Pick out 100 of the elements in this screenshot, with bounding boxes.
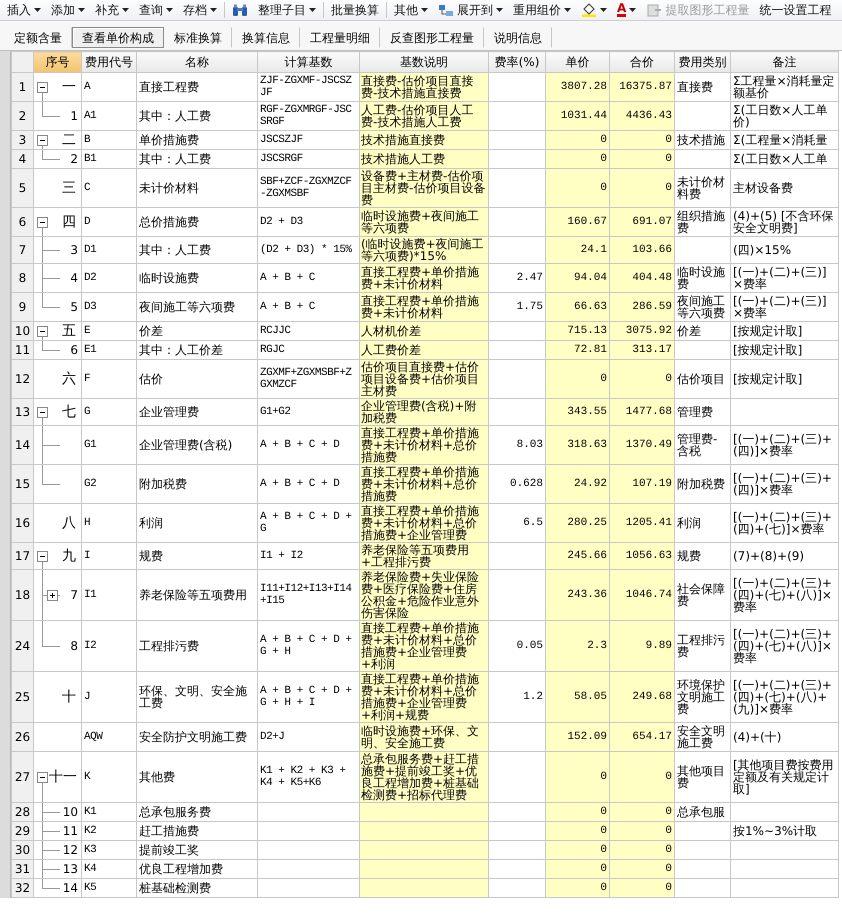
table-cell: 0 <box>610 860 674 878</box>
collapse-toggle[interactable] <box>37 407 48 418</box>
table-cell: H <box>82 504 136 542</box>
table-cell: (7)+(8)+(9) <box>730 542 838 570</box>
toolbar-menu[interactable]: 批量换算 <box>328 2 382 18</box>
toolbar-menu[interactable]: 存档 <box>180 2 220 18</box>
table-cell <box>674 102 730 130</box>
sequence-number: 一 <box>61 81 77 93</box>
table-cell: [(一)+(二)+(三)+(四)+(七)]×费率 <box>730 504 838 542</box>
sequence-number: 3 <box>69 244 79 256</box>
row-number: 15 <box>12 464 34 504</box>
table-cell: [(一)+(二)+(三)]×费率 <box>730 264 838 292</box>
table-cell: A + B + C <box>258 264 360 292</box>
table-cell: 直接工程费+单价措施费+未计价材料 <box>360 264 488 292</box>
table-cell: 0 <box>610 168 674 208</box>
table-cell: 直接工程费+单价措施费+未计价材料+总价措施费 <box>360 464 488 504</box>
collapse-toggle[interactable] <box>37 772 48 783</box>
row-number: 25 <box>12 672 34 722</box>
sequence-number: 4 <box>69 272 79 284</box>
collapse-toggle[interactable] <box>37 551 48 562</box>
table-cell: 直接费-估价项目直接费-技术措施直接费 <box>360 72 488 102</box>
table-cell: 1056.63 <box>610 542 674 570</box>
table-cell: 安全防护文明施工费 <box>136 722 258 752</box>
table-cell: 1031.44 <box>546 102 610 130</box>
tab[interactable]: 说明信息 <box>484 27 552 48</box>
table-cell: G <box>82 398 136 426</box>
table-cell: 0 <box>610 822 674 840</box>
collapse-toggle[interactable] <box>37 82 48 93</box>
table-cell: 其中：人工费 <box>136 236 258 264</box>
column-header[interactable]: 序号 <box>34 52 82 72</box>
table-cell: 0 <box>610 130 674 150</box>
toolbar-menu[interactable]: 添加 <box>48 2 88 18</box>
table-cell: 临时设施费+环保、文明、安全施工费 <box>360 722 488 752</box>
table-cell: B <box>82 130 136 150</box>
table-cell: D <box>82 208 136 236</box>
table-cell: 直接工程费+单价措施费+未计价材料+总价措施费 <box>360 426 488 464</box>
toolbar-menu[interactable]: 其他 <box>391 2 431 18</box>
tab[interactable]: 工程量明细 <box>300 27 380 48</box>
table-cell: 318.63 <box>546 426 610 464</box>
sequence-number: 14 <box>62 882 79 894</box>
table-cell: 0 <box>546 878 610 898</box>
table-cell: 总承包服 <box>674 802 730 822</box>
column-header[interactable]: 费用代号 <box>82 52 136 72</box>
row-number: 1 <box>12 72 34 102</box>
toolbar-menu[interactable]: 查询 <box>136 2 176 18</box>
toolbar-menu[interactable]: 重用组价 <box>510 2 574 18</box>
table-cell: 利润 <box>136 504 258 542</box>
table-cell: K3 <box>82 840 136 860</box>
collapse-toggle[interactable] <box>37 135 48 146</box>
table-cell: ZJF-ZGXMF-JSCSZJF <box>258 72 360 102</box>
table-cell: K5 <box>82 878 136 898</box>
table-cell <box>674 840 730 860</box>
row-number: 29 <box>12 822 34 840</box>
toolbar-menu[interactable]: 整理子目 <box>255 2 319 18</box>
table-cell: D2 <box>82 264 136 292</box>
table-cell: [(一)+(二)+(三)+(四)]×费率 <box>730 464 838 504</box>
row-number: 30 <box>12 840 34 860</box>
table-cell: A + B + C <box>258 292 360 322</box>
row-number: 26 <box>12 722 34 752</box>
table-cell: 66.63 <box>546 292 610 322</box>
tab[interactable]: 查看单价构成 <box>72 27 164 48</box>
column-header[interactable]: 费率(%) <box>488 52 546 72</box>
column-header[interactable]: 费用类别 <box>674 52 730 72</box>
column-header[interactable]: 基数说明 <box>360 52 488 72</box>
table-cell: E1 <box>82 340 136 360</box>
table-cell: 0 <box>546 840 610 860</box>
table-cell: K <box>82 752 136 802</box>
column-header[interactable]: 合价 <box>610 52 674 72</box>
table-cell: 单价措施费 <box>136 130 258 150</box>
table-cell: 3807.28 <box>546 72 610 102</box>
toolbar-button[interactable]: 展开到 <box>435 2 506 18</box>
table-cell <box>674 236 730 264</box>
row-number: 8 <box>12 264 34 292</box>
table-cell: 未计价材料 <box>136 168 258 208</box>
tab[interactable]: 反查图形工程量 <box>380 27 484 48</box>
collapse-toggle[interactable] <box>37 217 48 228</box>
expand-toggle[interactable] <box>47 590 58 601</box>
toolbar-button[interactable]: A <box>614 3 640 17</box>
column-header[interactable]: 名称 <box>136 52 258 72</box>
table-cell: 赶工措施费 <box>136 822 258 840</box>
table-cell: 直接工程费 <box>136 72 258 102</box>
column-header[interactable]: 单价 <box>546 52 610 72</box>
collapse-toggle[interactable] <box>37 326 48 337</box>
table-cell: A <box>82 72 136 102</box>
table-cell: 0 <box>610 878 674 898</box>
toolbar-menu[interactable]: 补充 <box>92 2 132 18</box>
column-header[interactable]: 备注 <box>730 52 838 72</box>
table-cell: 404.48 <box>610 264 674 292</box>
toolbar-menu[interactable]: 统一设置工程 <box>756 2 834 18</box>
table-cell: G1 <box>82 426 136 464</box>
column-header[interactable]: 计算基数 <box>258 52 360 72</box>
table-cell: 管理费-含税 <box>674 426 730 464</box>
toolbar-menu[interactable]: 插入 <box>4 2 44 18</box>
sequence-number: 2 <box>69 153 79 165</box>
table-cell: 3075.92 <box>610 322 674 340</box>
tab[interactable]: 标准换算 <box>164 27 232 48</box>
table-cell: 主材设备费 <box>730 168 838 208</box>
table-cell: JSCSRGF <box>258 150 360 168</box>
tab[interactable]: 换算信息 <box>232 27 300 48</box>
table-cell: I1 + I2 <box>258 542 360 570</box>
